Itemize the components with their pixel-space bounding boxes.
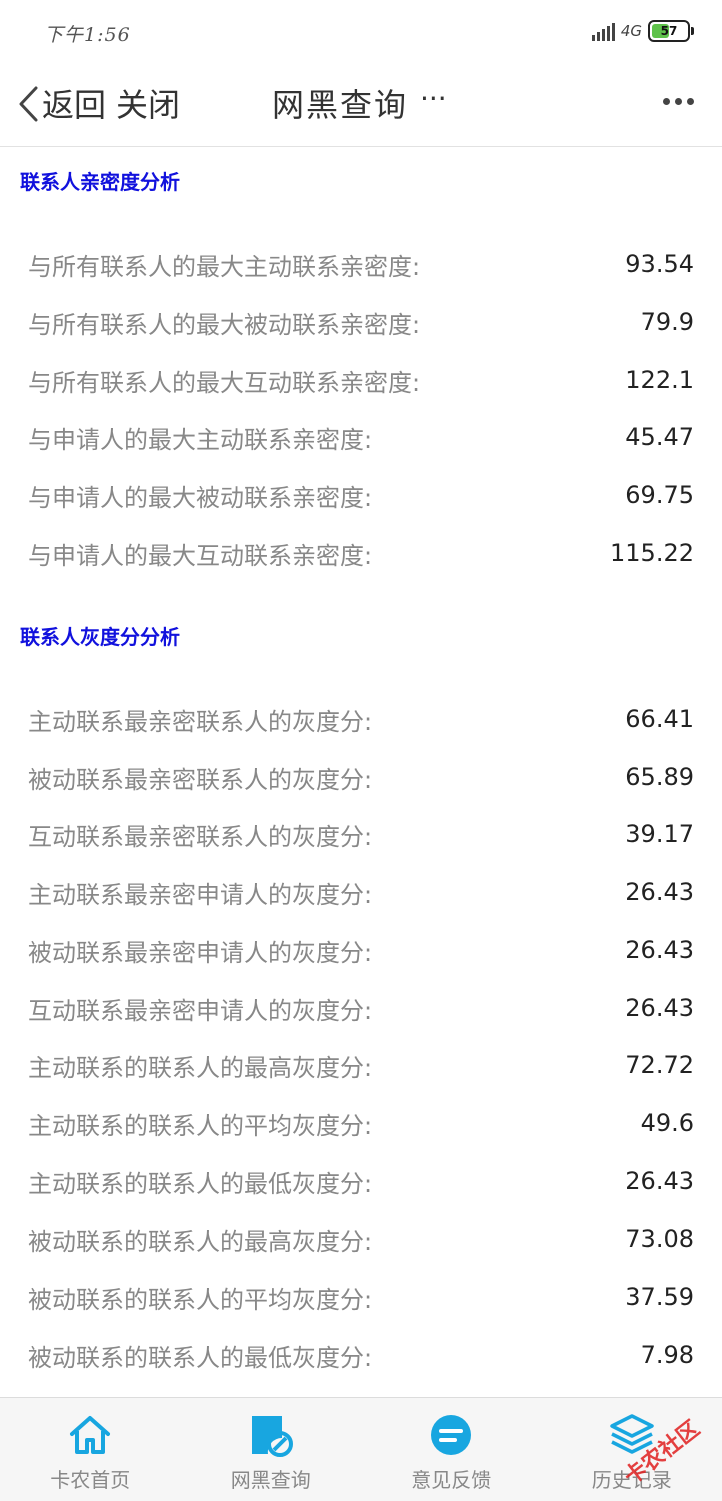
list-item: 被动联系最亲密联系人的灰度分: 65.89 [28,748,694,806]
more-options-icon[interactable] [663,98,694,105]
list-item: 与所有联系人的最大互动联系亲密度: 122.1 [28,351,694,409]
tab-label: 意见反馈 [411,1464,491,1493]
tab-home[interactable]: 卡农首页 [0,1398,181,1501]
battery-icon: 57 [648,20,690,42]
row-value: 93.54 [625,250,694,278]
row-label: 与申请人的最大主动联系亲密度: [28,420,372,455]
battery-tip [691,27,694,35]
row-value: 115.22 [610,539,694,567]
status-bar: 下午1:56 4G 57 [0,0,722,62]
list-item: 互动联系最亲密申请人的灰度分: 26.43 [28,979,694,1037]
section-title-intimacy: 联系人亲密度分析 [20,166,180,195]
list-item: 与申请人的最大主动联系亲密度: 45.47 [28,408,694,466]
list-item: 与申请人的最大被动联系亲密度: 69.75 [28,466,694,524]
query-icon [248,1412,294,1458]
row-label: 互动联系最亲密联系人的灰度分: [28,817,372,852]
list-item: 互动联系最亲密联系人的灰度分: 39.17 [28,805,694,863]
close-button[interactable]: 关闭 [116,80,180,126]
list-item: 与所有联系人的最大被动联系亲密度: 79.9 [28,293,694,351]
feedback-icon [428,1412,474,1458]
row-label: 主动联系的联系人的平均灰度分: [28,1106,372,1141]
list-item: 主动联系的联系人的最高灰度分: 72.72 [28,1036,694,1094]
row-value: 66.41 [625,705,694,733]
row-label: 主动联系的联系人的最高灰度分: [28,1048,372,1083]
tab-label: 网黑查询 [231,1464,311,1493]
row-label: 主动联系最亲密联系人的灰度分: [28,702,372,737]
list-item: 主动联系的联系人的最低灰度分: 26.43 [28,1152,694,1210]
row-value: 26.43 [625,1167,694,1195]
tab-feedback[interactable]: 意见反馈 [361,1398,542,1501]
back-button[interactable]: 返回 [42,80,106,126]
network-type: 4G [621,22,642,40]
row-value: 26.43 [625,878,694,906]
row-label: 与所有联系人的最大互动联系亲密度: [28,363,420,398]
list-item: 主动联系最亲密联系人的灰度分: 66.41 [28,690,694,748]
row-value: 26.43 [625,994,694,1022]
home-icon [67,1412,113,1458]
row-label: 互动联系最亲密申请人的灰度分: [28,991,372,1026]
row-label: 被动联系最亲密联系人的灰度分: [28,760,372,795]
row-label: 与所有联系人的最大主动联系亲密度: [28,247,420,282]
tab-label: 卡农首页 [50,1464,130,1493]
row-label: 被动联系的联系人的最高灰度分: [28,1222,372,1257]
status-indicators: 4G 57 [592,20,694,42]
title-ellipsis: ··· [420,82,447,115]
row-label: 被动联系最亲密申请人的灰度分: [28,933,372,968]
row-value: 7.98 [641,1341,694,1369]
list-item: 主动联系最亲密申请人的灰度分: 26.43 [28,863,694,921]
row-value: 79.9 [641,308,694,336]
row-value: 69.75 [625,481,694,509]
row-value: 49.6 [641,1109,694,1137]
row-value: 37.59 [625,1283,694,1311]
list-item: 主动联系的联系人的平均灰度分: 49.6 [28,1094,694,1152]
list-item: 被动联系的联系人的最高灰度分: 73.08 [28,1210,694,1268]
row-label: 被动联系的联系人的平均灰度分: [28,1280,372,1315]
row-label: 主动联系最亲密申请人的灰度分: [28,875,372,910]
bottom-tab-bar: 卡农首页 网黑查询 意见反馈 历史记录 [0,1397,722,1501]
row-value: 45.47 [625,423,694,451]
row-label: 与所有联系人的最大被动联系亲密度: [28,305,420,340]
row-value: 122.1 [625,366,694,394]
status-time: 下午1:56 [44,20,131,47]
row-value: 72.72 [625,1051,694,1079]
battery-level: 57 [661,24,678,38]
signal-icon [592,21,615,41]
row-label: 被动联系的联系人的最低灰度分: [28,1338,372,1373]
row-label: 与申请人的最大互动联系亲密度: [28,536,372,571]
back-chevron-icon[interactable] [16,84,42,124]
list-item: 与所有联系人的最大主动联系亲密度: 93.54 [28,235,694,293]
list-item: 被动联系最亲密申请人的灰度分: 26.43 [28,921,694,979]
row-label: 与申请人的最大被动联系亲密度: [28,478,372,513]
layers-icon [609,1412,655,1458]
tab-label: 历史记录 [592,1464,672,1493]
row-value: 26.43 [625,936,694,964]
row-value: 39.17 [625,820,694,848]
nav-bar: 返回 关闭 网黑查询 ··· [0,62,722,147]
list-item: 被动联系的联系人的最低灰度分: 7.98 [28,1326,694,1384]
row-value: 73.08 [625,1225,694,1253]
tab-query[interactable]: 网黑查询 [181,1398,362,1501]
list-item: 与申请人的最大互动联系亲密度: 115.22 [28,524,694,582]
row-value: 65.89 [625,763,694,791]
list-item: 被动联系的联系人的平均灰度分: 37.59 [28,1268,694,1326]
row-label: 主动联系的联系人的最低灰度分: [28,1164,372,1199]
tab-history[interactable]: 历史记录 [542,1398,722,1501]
page-title: 网黑查询 [272,80,408,126]
section-title-gray-score: 联系人灰度分分析 [20,621,180,650]
